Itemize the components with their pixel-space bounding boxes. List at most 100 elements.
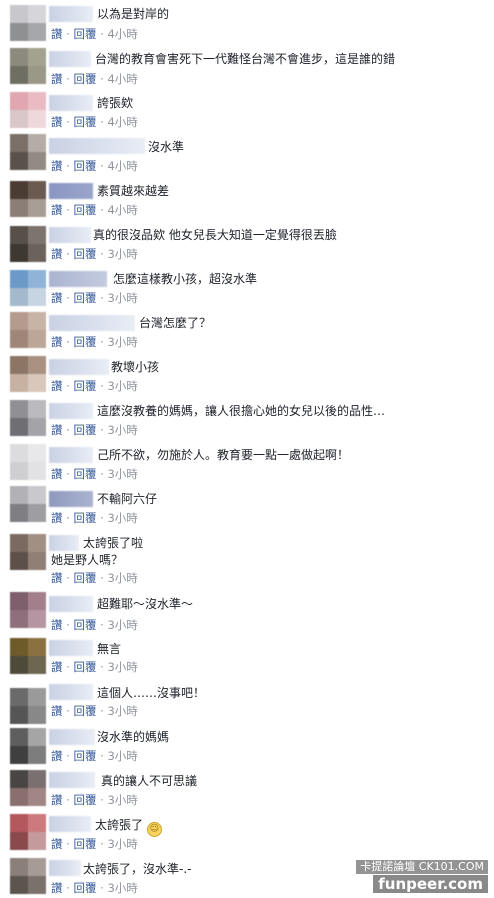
timestamp[interactable]: 3小時 bbox=[107, 837, 137, 851]
commenter-name[interactable] bbox=[49, 227, 91, 243]
avatar[interactable] bbox=[10, 444, 46, 480]
like-link[interactable]: 讚 bbox=[51, 749, 63, 763]
commenter-name[interactable] bbox=[49, 271, 107, 287]
commenter-name[interactable] bbox=[49, 729, 95, 745]
reply-link[interactable]: 回覆 bbox=[73, 837, 96, 851]
reply-link[interactable]: 回覆 bbox=[73, 159, 96, 173]
commenter-name[interactable] bbox=[49, 95, 93, 111]
like-link[interactable]: 讚 bbox=[51, 115, 63, 129]
reply-link[interactable]: 回覆 bbox=[73, 291, 96, 305]
like-link[interactable]: 讚 bbox=[51, 159, 63, 173]
avatar[interactable] bbox=[10, 226, 46, 262]
reply-link[interactable]: 回覆 bbox=[73, 27, 96, 41]
commenter-name[interactable] bbox=[49, 860, 81, 876]
reply-link[interactable]: 回覆 bbox=[73, 660, 96, 674]
avatar[interactable] bbox=[10, 858, 46, 894]
like-link[interactable]: 讚 bbox=[51, 247, 63, 261]
reply-link[interactable]: 回覆 bbox=[73, 881, 96, 895]
avatar[interactable] bbox=[10, 592, 46, 628]
reply-link[interactable]: 回覆 bbox=[73, 511, 96, 525]
commenter-name[interactable] bbox=[49, 640, 93, 656]
like-link[interactable]: 讚 bbox=[51, 793, 63, 807]
like-link[interactable]: 讚 bbox=[51, 511, 63, 525]
reply-link[interactable]: 回覆 bbox=[73, 704, 96, 718]
commenter-name[interactable] bbox=[49, 315, 135, 331]
like-link[interactable]: 讚 bbox=[51, 72, 63, 86]
timestamp[interactable]: 3小時 bbox=[107, 511, 137, 525]
reply-link[interactable]: 回覆 bbox=[73, 379, 96, 393]
commenter-name[interactable] bbox=[49, 447, 93, 463]
commenter-name[interactable] bbox=[49, 684, 93, 700]
avatar[interactable] bbox=[10, 534, 46, 570]
reply-link[interactable]: 回覆 bbox=[73, 115, 96, 129]
like-link[interactable]: 讚 bbox=[51, 379, 63, 393]
timestamp[interactable]: 3小時 bbox=[107, 467, 137, 481]
commenter-name[interactable] bbox=[49, 51, 91, 67]
avatar[interactable] bbox=[10, 638, 46, 674]
avatar[interactable] bbox=[10, 486, 46, 522]
reply-link[interactable]: 回覆 bbox=[73, 247, 96, 261]
like-link[interactable]: 讚 bbox=[51, 467, 63, 481]
timestamp[interactable]: 3小時 bbox=[107, 793, 137, 807]
timestamp[interactable]: 3小時 bbox=[107, 704, 137, 718]
commenter-name[interactable] bbox=[49, 138, 145, 154]
reply-link[interactable]: 回覆 bbox=[73, 72, 96, 86]
avatar[interactable] bbox=[10, 270, 46, 306]
avatar[interactable] bbox=[10, 688, 46, 724]
like-link[interactable]: 讚 bbox=[51, 423, 63, 437]
like-link[interactable]: 讚 bbox=[51, 335, 63, 349]
commenter-name[interactable] bbox=[49, 491, 93, 507]
timestamp[interactable]: 3小時 bbox=[107, 660, 137, 674]
timestamp[interactable]: 3小時 bbox=[107, 423, 137, 437]
timestamp[interactable]: 4小時 bbox=[107, 115, 137, 129]
commenter-name[interactable] bbox=[49, 6, 93, 22]
timestamp[interactable]: 3小時 bbox=[107, 335, 137, 349]
reply-link[interactable]: 回覆 bbox=[73, 335, 96, 349]
avatar[interactable] bbox=[10, 5, 46, 41]
timestamp[interactable]: 3小時 bbox=[107, 749, 137, 763]
timestamp[interactable]: 3小時 bbox=[107, 247, 137, 261]
reply-link[interactable]: 回覆 bbox=[73, 749, 96, 763]
reply-link[interactable]: 回覆 bbox=[73, 467, 96, 481]
commenter-name[interactable] bbox=[49, 816, 91, 832]
like-link[interactable]: 讚 bbox=[51, 27, 63, 41]
timestamp[interactable]: 3小時 bbox=[107, 881, 137, 895]
reply-link[interactable]: 回覆 bbox=[73, 618, 96, 632]
like-link[interactable]: 讚 bbox=[51, 203, 63, 217]
commenter-name[interactable] bbox=[49, 535, 79, 551]
like-link[interactable]: 讚 bbox=[51, 704, 63, 718]
avatar[interactable] bbox=[10, 181, 46, 217]
timestamp[interactable]: 4小時 bbox=[107, 203, 137, 217]
timestamp[interactable]: 3小時 bbox=[107, 618, 137, 632]
timestamp[interactable]: 3小時 bbox=[107, 571, 137, 585]
timestamp[interactable]: 3小時 bbox=[107, 379, 137, 393]
like-link[interactable]: 讚 bbox=[51, 660, 63, 674]
reply-link[interactable]: 回覆 bbox=[73, 203, 96, 217]
reply-link[interactable]: 回覆 bbox=[73, 571, 96, 585]
like-link[interactable]: 讚 bbox=[51, 571, 63, 585]
avatar[interactable] bbox=[10, 134, 46, 170]
timestamp[interactable]: 4小時 bbox=[107, 27, 137, 41]
commenter-name[interactable] bbox=[49, 403, 93, 419]
avatar[interactable] bbox=[10, 814, 46, 850]
avatar[interactable] bbox=[10, 356, 46, 392]
reply-link[interactable]: 回覆 bbox=[73, 423, 96, 437]
commenter-name[interactable] bbox=[49, 183, 93, 199]
avatar[interactable] bbox=[10, 48, 46, 84]
reply-link[interactable]: 回覆 bbox=[73, 793, 96, 807]
like-link[interactable]: 讚 bbox=[51, 837, 63, 851]
commenter-name[interactable] bbox=[49, 772, 95, 788]
avatar[interactable] bbox=[10, 728, 46, 764]
like-link[interactable]: 讚 bbox=[51, 881, 63, 895]
timestamp[interactable]: 4小時 bbox=[107, 159, 137, 173]
like-link[interactable]: 讚 bbox=[51, 618, 63, 632]
avatar[interactable] bbox=[10, 400, 46, 436]
avatar[interactable] bbox=[10, 770, 46, 806]
like-link[interactable]: 讚 bbox=[51, 291, 63, 305]
commenter-name[interactable] bbox=[49, 359, 109, 375]
timestamp[interactable]: 4小時 bbox=[107, 72, 137, 86]
commenter-name[interactable] bbox=[49, 596, 93, 612]
avatar[interactable] bbox=[10, 312, 46, 348]
avatar[interactable] bbox=[10, 92, 46, 128]
timestamp[interactable]: 3小時 bbox=[107, 291, 137, 305]
